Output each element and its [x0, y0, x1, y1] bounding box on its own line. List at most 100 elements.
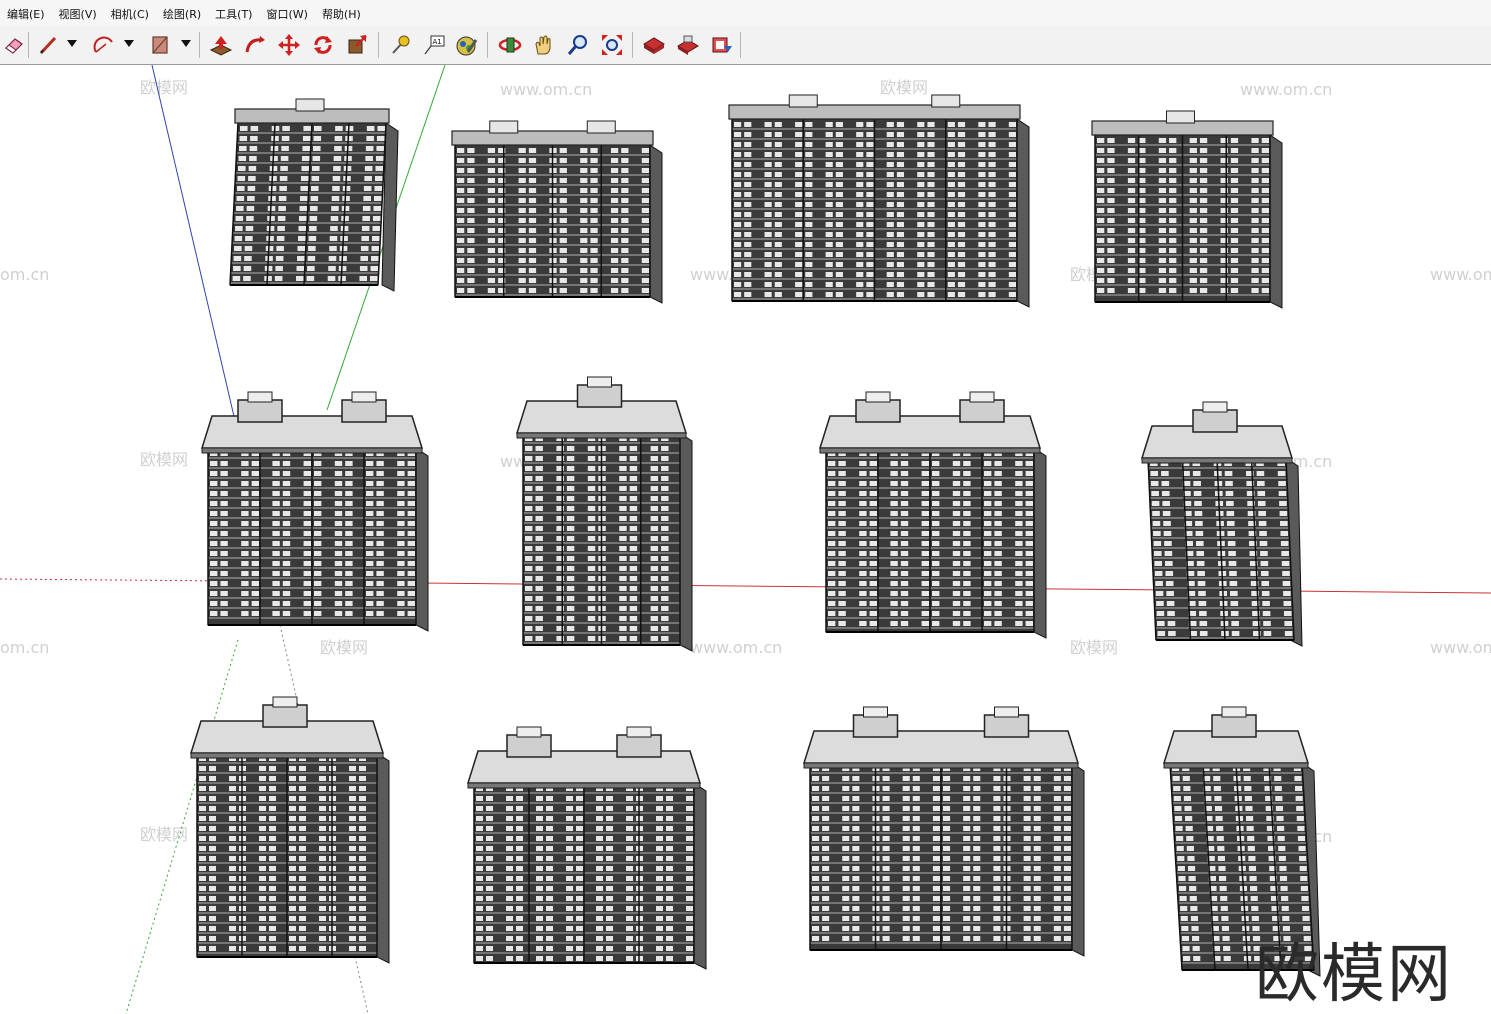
arc-dropdown[interactable] [123, 40, 135, 50]
window [963, 836, 971, 841]
paint-bucket-button[interactable] [452, 31, 480, 59]
menu-edit[interactable]: 编辑(E) [0, 0, 52, 26]
window [536, 836, 543, 841]
move-button[interactable] [275, 31, 303, 59]
building-model[interactable] [200, 391, 429, 632]
window [661, 546, 669, 551]
building-model[interactable] [189, 696, 390, 964]
building-model[interactable] [466, 726, 707, 970]
window [359, 866, 366, 871]
window [334, 511, 343, 516]
window [486, 796, 493, 801]
warehouse-button[interactable] [640, 31, 668, 59]
building-model[interactable] [515, 376, 693, 652]
orbit-button[interactable] [496, 31, 524, 59]
window [566, 956, 573, 961]
window [376, 461, 384, 466]
window [917, 212, 925, 217]
window [1261, 188, 1269, 193]
pencil-dropdown[interactable] [66, 40, 78, 50]
building-model[interactable] [818, 391, 1047, 639]
window [650, 486, 659, 491]
window [282, 611, 291, 616]
window [973, 866, 981, 871]
window [952, 481, 961, 486]
window [902, 816, 910, 821]
window [1281, 561, 1290, 566]
window [297, 256, 305, 261]
window [303, 601, 311, 606]
window [1158, 208, 1167, 213]
window [518, 268, 526, 273]
scale-button[interactable] [343, 31, 371, 59]
window [963, 886, 971, 891]
zoom-extents-button[interactable] [598, 31, 626, 59]
modeling-viewport[interactable]: 欧模网www.om.cn欧模网www.om.cnom.cn欧模网www.om.c… [0, 65, 1491, 1014]
window [859, 601, 867, 606]
window [407, 541, 415, 546]
building-model[interactable] [451, 120, 663, 304]
rectangle-dropdown[interactable] [180, 40, 192, 50]
window [952, 461, 961, 466]
push-pull-button[interactable] [207, 31, 235, 59]
window [890, 461, 898, 466]
window [566, 506, 575, 511]
window [621, 198, 629, 203]
pencil-button[interactable] [34, 31, 62, 59]
menu-window[interactable]: 窗口(W) [259, 0, 314, 26]
window [1189, 188, 1197, 193]
share-model-button[interactable] [674, 31, 702, 59]
window [1261, 288, 1269, 293]
roof-edge [516, 432, 687, 439]
window [619, 576, 627, 581]
window [366, 126, 375, 131]
menu-help[interactable]: 帮助(H) [315, 0, 368, 26]
window [852, 896, 860, 901]
pan-button[interactable] [530, 31, 558, 59]
window [1295, 796, 1303, 801]
menu-draw[interactable]: 绘图(R) [156, 0, 208, 26]
window [590, 188, 598, 193]
window [229, 826, 236, 831]
menu-camera[interactable]: 相机(C) [104, 0, 156, 26]
menu-tools[interactable]: 工具(T) [208, 0, 259, 26]
window [209, 866, 216, 871]
window [1251, 228, 1259, 233]
building-model[interactable] [229, 98, 399, 292]
tape-measure-button[interactable] [386, 31, 414, 59]
window [199, 826, 206, 831]
window [237, 186, 245, 191]
watermark-text: 欧模网 [320, 638, 368, 657]
window [546, 796, 553, 801]
rotate-button[interactable] [309, 31, 337, 59]
follow-me-button[interactable] [241, 31, 269, 59]
window [1015, 541, 1023, 546]
window [269, 826, 276, 831]
window [1063, 866, 1071, 871]
rectangle-button[interactable] [146, 31, 174, 59]
window [932, 906, 940, 911]
watermark-text: 欧模网 [140, 825, 188, 844]
eraser-button[interactable] [0, 31, 28, 59]
window [359, 856, 366, 861]
building-model[interactable] [1140, 401, 1303, 647]
window [822, 806, 830, 811]
building-model[interactable] [1091, 110, 1283, 309]
window [1244, 796, 1252, 801]
building-model[interactable] [802, 706, 1085, 957]
text-button[interactable]: A1 [420, 31, 448, 59]
window [1163, 521, 1171, 526]
window [626, 946, 633, 951]
window [1226, 521, 1235, 526]
arc-button[interactable] [90, 31, 118, 59]
window [518, 258, 526, 263]
building-model[interactable] [728, 94, 1030, 308]
window [1281, 896, 1289, 901]
scene-canvas[interactable]: 欧模网www.om.cn欧模网www.om.cnom.cn欧模网www.om.c… [0, 65, 1491, 1014]
menu-view[interactable]: 视图(V) [52, 0, 104, 26]
zoom-button[interactable] [564, 31, 592, 59]
window [366, 471, 374, 476]
extension-warehouse-button[interactable] [708, 31, 736, 59]
window [812, 826, 820, 831]
roof-slab [802, 730, 1080, 764]
